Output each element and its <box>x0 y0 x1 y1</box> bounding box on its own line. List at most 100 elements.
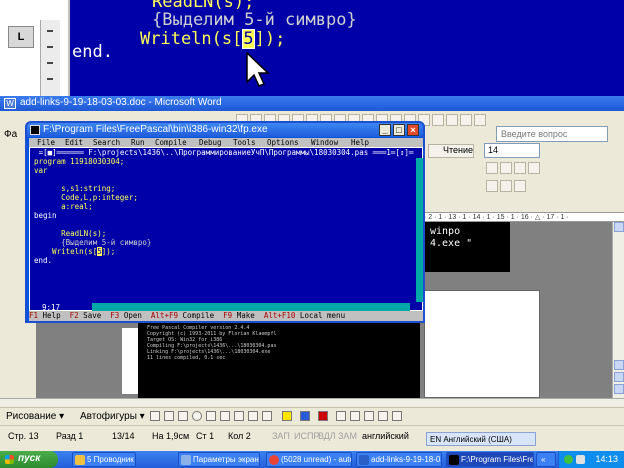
toolbar-button-icon[interactable] <box>432 114 444 126</box>
language-indicator[interactable]: EN Английский (США) <box>426 432 536 446</box>
horizontal-ruler[interactable]: · 2 · 1 · 13 · 1 · 14 · 1 · 15 · 1 · 16 … <box>424 212 624 222</box>
word-formatting-toolbar <box>420 162 624 192</box>
code-line-current: Writeln(s[5]); <box>34 247 116 256</box>
task-label: 5 Проводник <box>87 455 134 464</box>
maximize-icon[interactable]: □ <box>393 124 405 136</box>
taskbar-item-word[interactable]: add-links-9-19-18-03-... <box>356 452 442 467</box>
status-extend[interactable]: ВДЛ <box>318 431 336 441</box>
rectangle-tool-icon[interactable] <box>178 411 188 421</box>
zoomed-code-editor: ReadLN(s); {Выделим 5-й симвро} Writeln(… <box>68 0 624 96</box>
start-button[interactable]: пуск <box>0 451 58 468</box>
toolbar-button-icon[interactable] <box>514 180 526 192</box>
tray-icon[interactable] <box>564 455 573 464</box>
reading-mode-button[interactable]: Чтение <box>428 144 474 158</box>
taskbar-item-browser[interactable]: (5028 unread) - auto... <box>266 452 352 467</box>
taskbar-item-display-settings[interactable]: Параметры экранно... <box>178 452 260 467</box>
fp-menu-compile[interactable]: Compile <box>155 138 187 147</box>
hotkey-f3[interactable]: F3 <box>110 311 119 320</box>
fp-titlebar[interactable]: F:\Program Files\FreePascal\bin\i386-win… <box>27 123 423 137</box>
fp-menu-debug[interactable]: Debug <box>199 138 222 147</box>
toolbar-button-icon[interactable] <box>528 162 540 174</box>
fp-editor-frame-title: =[■]══════ F:\projects\1436\..\Программи… <box>38 148 414 157</box>
fp-menu-edit[interactable]: Edit <box>65 138 83 147</box>
word-titlebar[interactable]: W add-links-9-19-18-03-03.doc - Microsof… <box>0 96 624 111</box>
minimize-icon[interactable]: _ <box>379 124 391 136</box>
font-size-select[interactable]: 14 <box>484 143 540 158</box>
document-horizontal-scrollbar[interactable] <box>0 398 624 406</box>
taskbar-overflow-button[interactable]: « <box>536 452 556 467</box>
fill-color-icon[interactable] <box>282 411 292 421</box>
status-language[interactable]: английский <box>362 431 409 441</box>
speaker-icon[interactable] <box>576 455 585 464</box>
autoshapes-menu-button[interactable]: Автофигуры ▾ <box>80 411 145 422</box>
line-color-icon[interactable] <box>300 411 310 421</box>
task-label: F:\Program Files\Fre... <box>461 455 534 464</box>
fp-horizontal-scrollbar[interactable] <box>92 303 410 311</box>
textbox-tool-icon[interactable] <box>206 411 216 421</box>
toolbar-button-icon[interactable] <box>446 114 458 126</box>
hotkey-f1[interactable]: F1 <box>29 311 38 320</box>
dash-style-icon[interactable] <box>350 411 360 421</box>
word-menu-file[interactable]: Фа <box>4 129 17 140</box>
taskbar: пуск 5 Проводник Параметры экранно... (5… <box>0 451 624 468</box>
toolbar-button-icon[interactable] <box>460 114 472 126</box>
word-window-title: add-links-9-19-18-03-03.doc - Microsoft … <box>20 97 222 108</box>
system-tray: 14:13 <box>558 451 624 468</box>
fp-menu-help[interactable]: Help <box>351 138 369 147</box>
toolbar-button-icon[interactable] <box>500 180 512 192</box>
zoomed-code-writeln: Writeln(s[5]); <box>140 29 286 49</box>
3d-style-icon[interactable] <box>392 411 402 421</box>
document-vertical-scrollbar[interactable] <box>612 222 624 398</box>
close-icon[interactable]: × <box>407 124 419 136</box>
fp-menu-file[interactable]: File <box>37 138 55 147</box>
fp-menu-tools[interactable]: Tools <box>233 138 256 147</box>
drawing-menu-button[interactable]: Рисование ▾ <box>6 411 64 422</box>
fp-code-editor[interactable]: =[■]══════ F:\projects\1436\..\Программи… <box>29 147 423 312</box>
fp-menu-search[interactable]: Search <box>93 138 120 147</box>
oval-tool-icon[interactable] <box>192 411 202 421</box>
vertical-ruler <box>0 322 36 398</box>
status-track-changes[interactable]: ИСПР <box>294 431 319 441</box>
select-browse-object-icon[interactable] <box>614 372 624 382</box>
toolbar-button-icon[interactable] <box>514 162 526 174</box>
document-console-image: winpo 4.exe " <box>424 222 510 272</box>
diagram-tool-icon[interactable] <box>234 411 244 421</box>
zoomed-editor-backdrop: L ReadLN(s); {Выделим 5-й симвро} Writel… <box>0 0 624 96</box>
scroll-prev-page-icon[interactable] <box>614 360 624 370</box>
hotkey-f9[interactable]: F9 <box>223 311 232 320</box>
word-icon <box>359 455 369 465</box>
clock[interactable]: 14:13 <box>595 454 618 464</box>
scroll-up-icon[interactable] <box>614 222 624 232</box>
fp-menu-run[interactable]: Run <box>131 138 145 147</box>
fp-vertical-scrollbar[interactable] <box>416 158 423 302</box>
hotkey-alt-f10[interactable]: Alt+F10 <box>264 311 296 320</box>
toolbar-button-icon[interactable] <box>486 162 498 174</box>
status-overwrite[interactable]: ЗАМ <box>338 431 357 441</box>
toolbar-button-icon[interactable] <box>500 162 512 174</box>
wordart-tool-icon[interactable] <box>220 411 230 421</box>
taskbar-item-explorer[interactable]: 5 Проводник <box>72 452 136 467</box>
font-color-icon[interactable] <box>318 411 328 421</box>
scroll-next-page-icon[interactable] <box>614 384 624 394</box>
hotkey-alt-f9[interactable]: Alt+F9 <box>151 311 178 320</box>
folder-icon <box>75 455 85 465</box>
code-line: begin <box>34 211 57 220</box>
word-help-search-input[interactable]: Введите вопрос <box>496 126 608 142</box>
document-page-edge <box>122 328 138 394</box>
shadow-style-icon[interactable] <box>378 411 388 421</box>
picture-tool-icon[interactable] <box>262 411 272 421</box>
fp-menu-options[interactable]: Options <box>267 138 299 147</box>
line-style-icon[interactable] <box>336 411 346 421</box>
clipart-tool-icon[interactable] <box>248 411 258 421</box>
hotkey-f2[interactable]: F2 <box>70 311 79 320</box>
arrow-tool-icon[interactable] <box>164 411 174 421</box>
arrow-style-icon[interactable] <box>364 411 374 421</box>
fp-menu-window[interactable]: Window <box>311 138 338 147</box>
status-record[interactable]: ЗАП <box>272 431 290 441</box>
line-tool-icon[interactable] <box>150 411 160 421</box>
word-document-area: winpo 4.exe " <box>420 222 624 398</box>
status-pages: 13/14 <box>112 431 135 441</box>
toolbar-button-icon[interactable] <box>486 180 498 192</box>
toolbar-button-icon[interactable] <box>474 114 486 126</box>
taskbar-item-freepascal[interactable]: F:\Program Files\Fre... <box>446 452 534 467</box>
